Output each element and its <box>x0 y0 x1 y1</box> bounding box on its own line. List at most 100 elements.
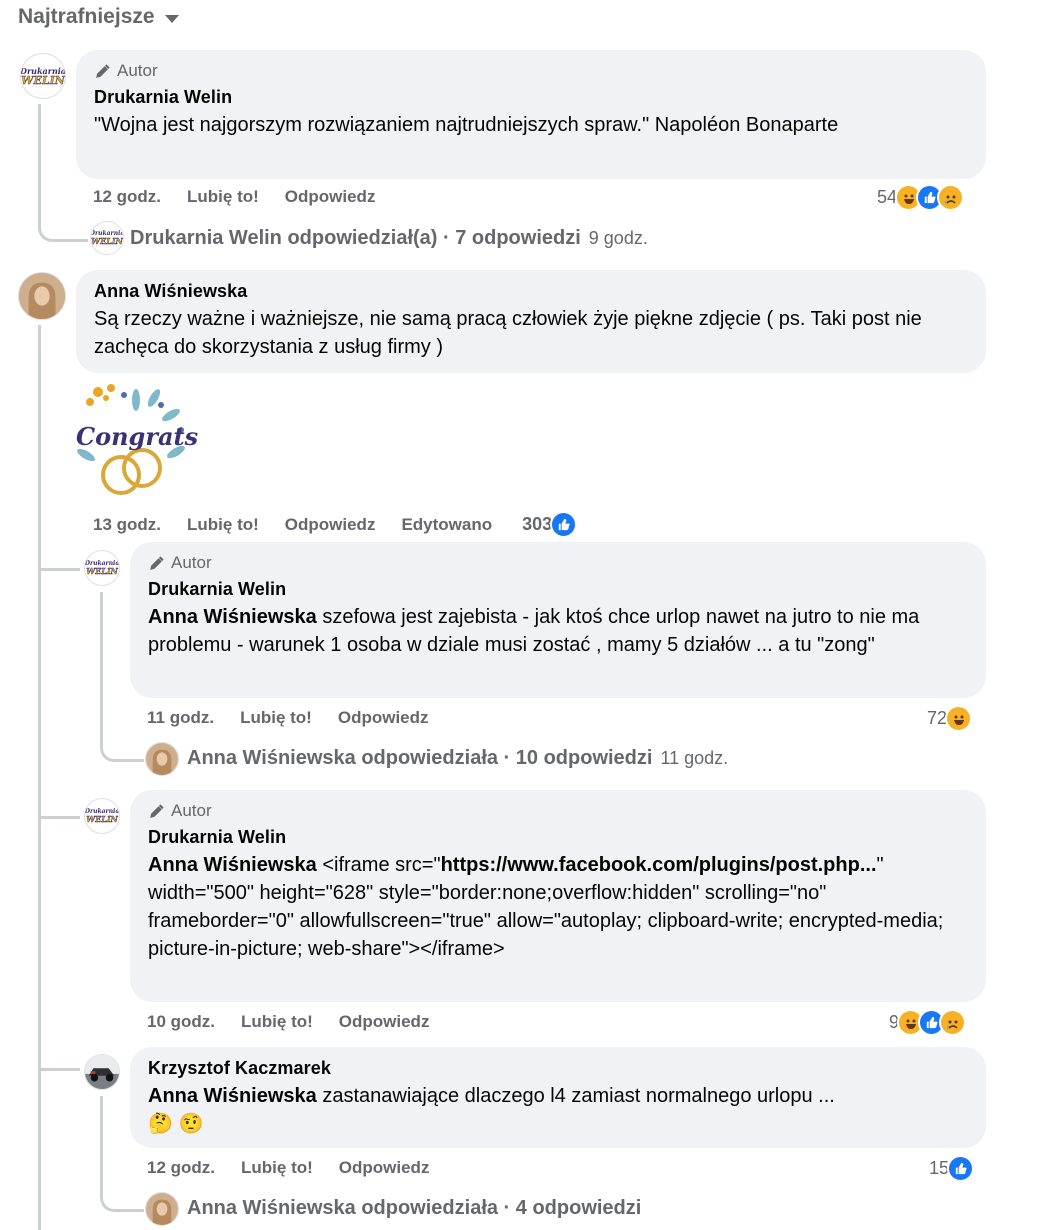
avatar-anna-wisniewska[interactable] <box>18 272 66 320</box>
like-icon <box>947 1155 975 1182</box>
reply-time[interactable]: 11 godz. <box>147 708 214 728</box>
sad-icon <box>937 184 965 211</box>
view-replies-link[interactable]: Anna Wiśniewska odpowiedziała · 4 odpowi… <box>187 1197 641 1220</box>
author-badge: Autor <box>94 61 968 81</box>
reply-bubble: Autor Drukarnia Welin Anna Wiśniewska sz… <box>130 542 986 698</box>
view-replies-link[interactable]: Anna Wiśniewska odpowiedziała · 10 odpow… <box>187 747 728 770</box>
thread-elbow <box>100 720 144 762</box>
view-replies-link[interactable]: Drukarnia Welin odpowiedział(a) · 7 odpo… <box>130 227 648 250</box>
reply-link[interactable]: https://www.facebook.com/plugins/post.ph… <box>441 854 877 876</box>
reply-bubble: Krzysztof Kaczmarek Anna Wiśniewska zast… <box>130 1047 986 1148</box>
comment-text: "Wojna jest najgorszym rozwiązaniem najt… <box>94 114 839 136</box>
pen-icon <box>150 803 164 818</box>
thread-branch <box>40 568 80 571</box>
reply-actions: 11 godz. Lubię to! Odpowiedz <box>147 708 455 728</box>
reaction-count: 54 <box>877 187 898 207</box>
person-photo-icon <box>19 273 65 319</box>
replies-summary: Anna Wiśniewska odpowiedziała · 4 odpowi… <box>187 1197 642 1219</box>
congrats-sticker[interactable]: Congrats <box>76 380 199 498</box>
reply-button[interactable]: Odpowiedz <box>285 187 376 207</box>
reply-author-name[interactable]: Drukarnia Welin <box>148 579 968 600</box>
sad-icon <box>939 1009 967 1036</box>
reply-text: Anna Wiśniewska zastanawiające dlaczego … <box>148 1082 973 1110</box>
like-button[interactable]: Lubię to! <box>241 1012 313 1032</box>
thread-line <box>38 325 41 1230</box>
avatar-krzysztof-kaczmarek[interactable] <box>84 1054 120 1090</box>
reply-text: Anna Wiśniewska <iframe src="https://www… <box>148 851 968 963</box>
avatar-drukarnia-welin[interactable]: Drukarnia WELIN <box>84 550 120 586</box>
author-badge-label: Autor <box>117 61 158 80</box>
thread-line <box>100 592 103 722</box>
edited-label[interactable]: Edytowano <box>401 515 492 535</box>
reply-text: Anna Wiśniewska szefowa jest zajebista -… <box>148 603 973 659</box>
thread-branch <box>38 540 80 570</box>
reply-author-name[interactable]: Krzysztof Kaczmarek <box>148 1058 968 1079</box>
sort-label: Najtrafniejsze <box>18 5 155 28</box>
author-badge: Autor <box>148 553 968 573</box>
like-icon <box>550 511 578 538</box>
avatar-anna-wisniewska-small[interactable] <box>145 1192 179 1226</box>
author-badge-label: Autor <box>171 801 212 820</box>
reply-time[interactable]: 10 godz. <box>147 1012 215 1032</box>
reply-body: zastanawiające dlaczego l4 zamiast norma… <box>316 1085 835 1107</box>
avatar-drukarnia-welin[interactable]: Drukarnia WELIN <box>84 798 120 834</box>
sticker-text: Congrats <box>76 422 199 451</box>
mention-link[interactable]: Anna Wiśniewska <box>148 854 317 876</box>
comment-actions: 12 godz. Lubię to! Odpowiedz <box>93 187 401 207</box>
comment-author-name[interactable]: Drukarnia Welin <box>94 87 968 108</box>
replies-summary: Anna Wiśniewska odpowiedziała · 10 odpow… <box>187 747 653 769</box>
pen-icon <box>96 63 110 78</box>
thread-branch <box>40 1068 80 1071</box>
reply-button[interactable]: Odpowiedz <box>338 708 429 728</box>
like-button[interactable]: Lubię to! <box>187 187 259 207</box>
reactions[interactable]: 54 <box>877 184 965 211</box>
reply-bubble: Autor Drukarnia Welin Anna Wiśniewska <i… <box>130 790 986 1002</box>
replies-time: 9 godz. <box>588 228 648 248</box>
like-button[interactable]: Lubię to! <box>241 1158 313 1178</box>
thread-elbow <box>100 1170 144 1212</box>
thread-line <box>38 104 41 214</box>
like-button[interactable]: Lubię to! <box>240 708 312 728</box>
thread-line <box>100 1096 103 1178</box>
sort-dropdown[interactable]: Najtrafniejsze <box>18 5 179 29</box>
reaction-count: 15 <box>929 1158 950 1178</box>
replies-summary: Drukarnia Welin odpowiedział(a) · 7 odpo… <box>130 227 581 249</box>
comment-text: Są rzeczy ważne i ważniejsze, nie samą p… <box>94 308 922 358</box>
reactions[interactable]: 303 <box>522 511 603 538</box>
author-badge-label: Autor <box>171 553 212 572</box>
reply-emojis: 🤔 🤨 <box>148 1113 204 1135</box>
comment-actions: 13 godz. Lubię to! Odpowiedz Edytowano 3… <box>93 511 603 538</box>
reactions[interactable]: 72 <box>927 705 973 732</box>
reply-author-name[interactable]: Drukarnia Welin <box>148 827 968 848</box>
comment-time[interactable]: 12 godz. <box>93 187 161 207</box>
person-photo-icon <box>146 743 178 775</box>
mention-link[interactable]: Anna Wiśniewska <box>148 1085 317 1107</box>
caret-down-icon <box>164 15 179 23</box>
avatar-drukarnia-welin[interactable]: Drukarnia WELIN <box>20 53 66 99</box>
mention-link[interactable]: Anna Wiśniewska <box>148 606 317 628</box>
reply-time[interactable]: 12 godz. <box>147 1158 215 1178</box>
logo-text: WELIN <box>86 566 118 576</box>
thread-elbow <box>38 200 88 242</box>
logo-text: WELIN <box>21 73 65 87</box>
reactions[interactable]: 15 <box>929 1155 975 1182</box>
reply-button[interactable]: Odpowiedz <box>285 515 376 535</box>
replies-time: 11 godz. <box>660 748 729 768</box>
author-badge: Autor <box>148 801 968 821</box>
logo-text: WELIN <box>86 814 118 824</box>
like-button[interactable]: Lubię to! <box>187 515 259 535</box>
reactions[interactable]: 9 <box>889 1009 967 1036</box>
comment-bubble: Autor Drukarnia Welin "Wojna jest najgor… <box>76 50 986 179</box>
reply-button[interactable]: Odpowiedz <box>339 1158 430 1178</box>
reply-button[interactable]: Odpowiedz <box>339 1012 430 1032</box>
comment-author-name[interactable]: Anna Wiśniewska <box>94 281 968 302</box>
logo-text: WELIN <box>91 236 123 246</box>
person-photo-icon <box>146 1193 178 1225</box>
reaction-count: 303 <box>522 514 553 534</box>
avatar-drukarnia-welin-small[interactable]: Drukarnia WELIN <box>90 221 124 255</box>
comment-time[interactable]: 13 godz. <box>93 515 161 535</box>
comment-bubble: Anna Wiśniewska Są rzeczy ważne i ważnie… <box>76 270 986 373</box>
pen-icon <box>150 555 164 570</box>
avatar-anna-wisniewska-small[interactable] <box>145 742 179 776</box>
reply-actions: 12 godz. Lubię to! Odpowiedz <box>147 1158 455 1178</box>
